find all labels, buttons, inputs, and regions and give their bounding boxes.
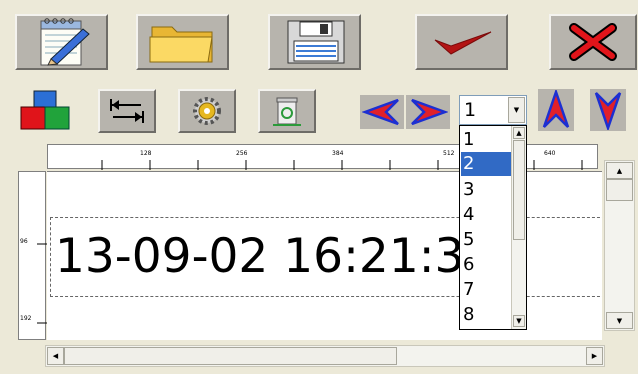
confirm-button[interactable] (415, 14, 508, 70)
scroll-thumb[interactable] (64, 347, 397, 365)
ruler-label: 128 (140, 150, 152, 157)
move-right-button[interactable] (406, 95, 450, 129)
ruler-label: 512 (443, 150, 455, 157)
ruler-label: 256 (236, 150, 248, 157)
colored-cubes-icon (20, 90, 70, 130)
scroll-down-button[interactable]: ▼ (606, 312, 633, 329)
date-time-text[interactable]: 13-09-02 16:21:35 (55, 227, 494, 287)
move-up-button[interactable] (538, 89, 574, 131)
dropdown-option[interactable]: 5 (461, 228, 513, 252)
scroll-down-button[interactable]: ▼ (513, 315, 525, 327)
line-selector-value: 1 (464, 99, 477, 121)
settings-button[interactable] (178, 89, 236, 133)
arrow-down-icon (594, 92, 622, 130)
chevron-down-icon[interactable]: ▼ (508, 97, 525, 123)
line-selector-dropdown[interactable]: 1 2 3 4 5 6 7 8 ▲ ▼ (459, 125, 527, 330)
folder-icon (149, 26, 213, 63)
arrow-right-icon (411, 98, 448, 126)
recycle-bin-icon (273, 97, 301, 126)
scroll-up-button[interactable]: ▲ (513, 127, 525, 139)
dropdown-option[interactable]: 1 (461, 128, 513, 152)
move-down-button[interactable] (590, 89, 626, 131)
checkmark-icon (434, 31, 491, 55)
dropdown-option[interactable]: 4 (461, 203, 513, 227)
dropdown-option[interactable]: 8 (461, 303, 513, 327)
line-selector[interactable]: 1 ▼ (459, 95, 527, 125)
horizontal-scrollbar[interactable]: ◀ ▶ (45, 345, 605, 367)
notepad-pencil-icon (40, 18, 90, 66)
scroll-thumb[interactable] (606, 179, 633, 201)
ruler-label: 96 (20, 238, 28, 245)
ruler-label: 640 (544, 150, 556, 157)
dropdown-option[interactable]: 3 (461, 178, 513, 202)
gear-settings-icon (193, 97, 221, 125)
save-button[interactable] (268, 14, 361, 70)
ruler-label: 192 (20, 315, 32, 322)
arrow-up-icon (542, 90, 570, 128)
scroll-right-button[interactable]: ▶ (586, 347, 603, 365)
vertical-ruler: 96 192 (18, 171, 47, 340)
vertical-scrollbar[interactable]: ▲ ▼ (604, 160, 635, 331)
ruler-label: 384 (332, 150, 344, 157)
open-folder-button[interactable] (136, 14, 229, 70)
tab-arrows-button[interactable] (98, 89, 156, 133)
dropdown-scrollbar[interactable]: ▲ ▼ (511, 126, 526, 329)
scroll-up-button[interactable]: ▲ (606, 162, 633, 179)
move-left-button[interactable] (360, 95, 404, 129)
dropdown-option[interactable]: 7 (461, 278, 513, 302)
dropdown-option[interactable]: 6 (461, 253, 513, 277)
dropdown-option-highlighted[interactable]: 2 (461, 152, 513, 176)
objects-button[interactable] (18, 89, 76, 133)
arrow-left-icon (362, 98, 399, 126)
recycle-button[interactable] (258, 89, 316, 133)
tab-arrows-icon (110, 99, 144, 123)
scroll-left-button[interactable]: ◀ (47, 347, 64, 365)
notepad-button[interactable] (15, 14, 108, 70)
cross-x-icon (569, 23, 617, 61)
cancel-button[interactable] (549, 14, 637, 70)
scroll-thumb[interactable] (513, 140, 525, 240)
floppy-disk-icon (287, 20, 344, 64)
